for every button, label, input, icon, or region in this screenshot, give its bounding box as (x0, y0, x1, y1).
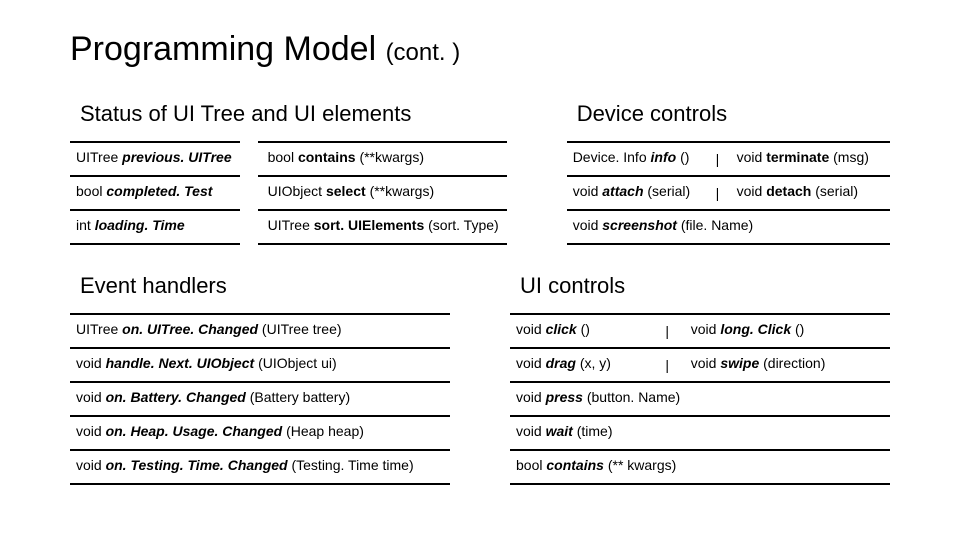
table-row: Device. Info info () | void terminate (m… (567, 142, 890, 176)
device-heading: Device controls (577, 101, 890, 127)
event-table: UITree on. UITree. Changed (UITree tree)… (70, 313, 450, 485)
table-row: void handle. Next. UIObject (UIObject ui… (70, 348, 450, 382)
device-table: Device. Info info () | void terminate (m… (567, 141, 890, 245)
uicontrols-section: UI controls void click () | void long. C… (510, 269, 890, 485)
title-cont: (cont. ) (386, 39, 461, 66)
event-section: Event handlers UITree on. UITree. Change… (70, 269, 450, 485)
table-row: void press (button. Name) (510, 382, 890, 416)
table-row: void wait (time) (510, 416, 890, 450)
status-heading: Status of UI Tree and UI elements (80, 101, 507, 127)
table-row: int loading. Time UITree sort. UIElement… (70, 210, 507, 244)
table-row: UITree on. UITree. Changed (UITree tree) (70, 314, 450, 348)
page-title: Programming Model (cont. ) (70, 30, 890, 69)
device-section: Device controls Device. Info info () | v… (567, 97, 890, 245)
uicontrols-table: void click () | void long. Click () void… (510, 313, 890, 485)
table-row: void on. Battery. Changed (Battery batte… (70, 382, 450, 416)
table-row: bool contains (** kwargs) (510, 450, 890, 484)
table-row: void click () | void long. Click () (510, 314, 890, 348)
slide: Programming Model (cont. ) Status of UI … (0, 0, 960, 485)
title-main: Programming Model (70, 30, 386, 68)
table-row: void on. Testing. Time. Changed (Testing… (70, 450, 450, 484)
top-row: Status of UI Tree and UI elements UITree… (70, 97, 890, 245)
table-row: UITree previous. UITree bool contains (*… (70, 142, 507, 176)
bottom-row: Event handlers UITree on. UITree. Change… (70, 269, 890, 485)
table-row: void on. Heap. Usage. Changed (Heap heap… (70, 416, 450, 450)
uicontrols-heading: UI controls (520, 273, 890, 299)
event-heading: Event handlers (80, 273, 450, 299)
table-row: void attach (serial) | void detach (seri… (567, 176, 890, 210)
status-table: UITree previous. UITree bool contains (*… (70, 141, 507, 245)
status-section: Status of UI Tree and UI elements UITree… (70, 97, 507, 245)
table-row: void screenshot (file. Name) (567, 210, 890, 244)
table-row: bool completed. Test UIObject select (**… (70, 176, 507, 210)
table-row: void drag (x, y) | void swipe (direction… (510, 348, 890, 382)
